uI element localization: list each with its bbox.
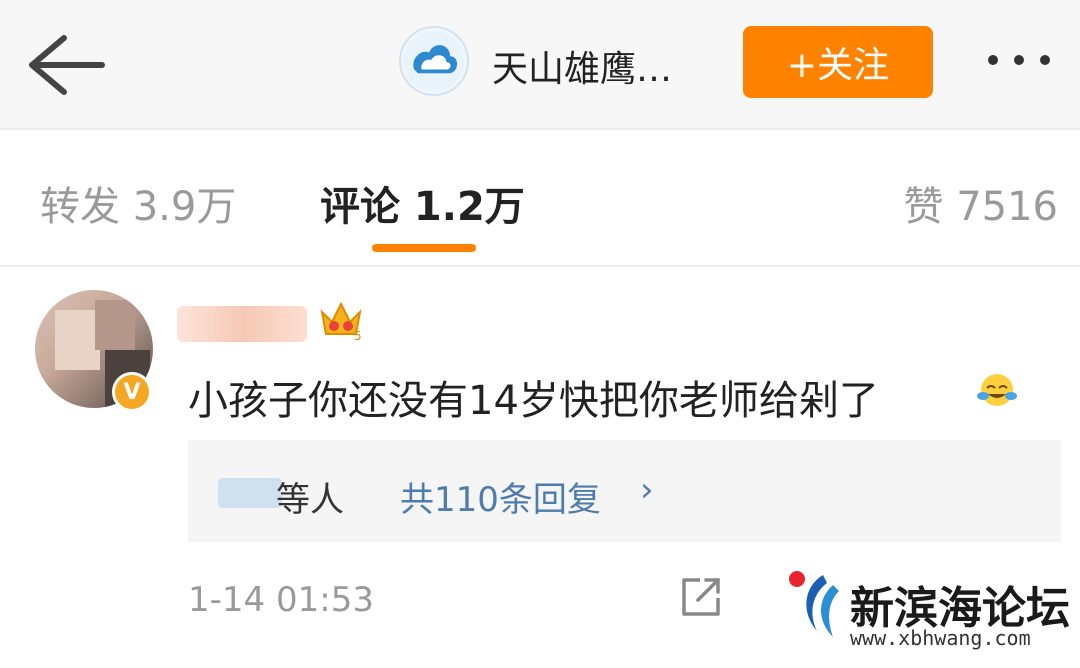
avatar-blur: [55, 310, 100, 370]
follow-button[interactable]: +关注: [743, 26, 933, 98]
account-name[interactable]: 天山雄鹰…: [492, 40, 672, 92]
tab-like[interactable]: 赞 7516: [903, 174, 1058, 232]
reply-count-link[interactable]: 共110条回复: [400, 472, 601, 521]
back-arrow-icon[interactable]: [26, 30, 106, 100]
crown-badge-icon: 5: [320, 301, 362, 342]
svg-text:5: 5: [354, 329, 362, 342]
dot: [1040, 55, 1050, 65]
replier-name-redacted: [218, 478, 282, 508]
comment-timestamp: 1-14 01:53: [188, 580, 374, 620]
commenter-name-redacted[interactable]: [177, 306, 307, 342]
tab-comment[interactable]: 评论 1.2万: [320, 174, 525, 232]
avatar-blur: [95, 300, 135, 350]
chevron-right-icon: ›: [640, 470, 654, 510]
top-bar: 天山雄鹰… +关注: [0, 0, 1080, 128]
share-icon[interactable]: [678, 574, 724, 620]
tabs-divider: [0, 265, 1080, 267]
tab-bar: 转发 3.9万 评论 1.2万 赞 7516: [0, 130, 1080, 265]
laughing-emoji-icon: [977, 374, 1017, 406]
dot: [988, 55, 998, 65]
account-avatar-icon[interactable]: [399, 26, 469, 96]
dot: [1014, 55, 1024, 65]
comment-text: 小孩子你还没有14岁快把你老师给剁了: [188, 378, 879, 424]
replies-summary[interactable]: 等人 共110条回复 ›: [188, 440, 1061, 542]
forum-logo-icon: [789, 571, 839, 637]
active-tab-indicator: [372, 244, 476, 252]
more-options-icon[interactable]: [988, 45, 1068, 75]
watermark-url: www.xbhwang.com: [850, 626, 1031, 650]
tab-repost[interactable]: 转发 3.9万: [40, 174, 236, 232]
reply-people-label: 等人: [276, 480, 344, 520]
verified-badge: V: [112, 372, 152, 412]
